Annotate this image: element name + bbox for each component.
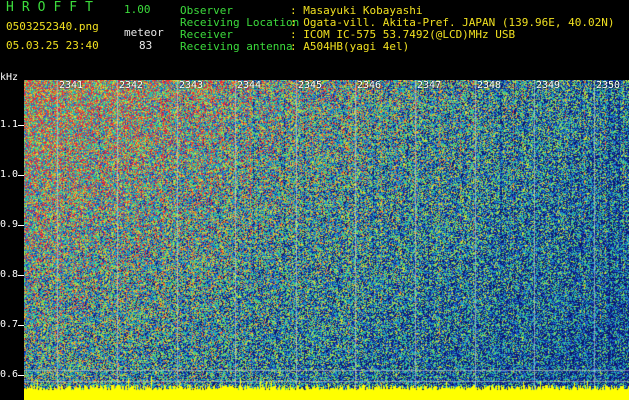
time-tick-label: 2342 [119,80,144,91]
header-panel: HROFFT 1.00 0503252340.png 05.03.25 23:4… [0,0,629,83]
y-tick-mark [18,175,24,176]
time-tick-label: 2350 [596,80,621,91]
y-tick-mark [18,225,24,226]
date-time: 05.03.25 23:40 [6,39,99,52]
app-version: 1.00 [124,3,151,16]
time-tick-label: 2349 [536,80,561,91]
y-tick-mark [18,275,24,276]
time-tick-label: 2344 [237,80,262,91]
file-name: 0503252340.png [6,20,99,33]
meteor-count: 83 [139,39,153,52]
time-tick-label: 2345 [298,80,323,91]
time-tick-label: 2341 [59,80,84,91]
time-tick-label: 2343 [179,80,204,91]
y-tick-mark [18,325,24,326]
app-brand: HROFFT [6,0,101,15]
y-axis-unit: kHz [0,72,19,83]
antenna-label: Receiving antenna [180,40,293,53]
y-tick-mark [18,375,24,376]
time-tick-label: 2346 [357,80,382,91]
time-tick-label: 2347 [417,80,442,91]
mode-label: meteor [124,26,164,39]
spectrogram-canvas [24,80,629,400]
y-tick-mark [18,125,24,126]
time-tick-label: 2348 [477,80,502,91]
antenna-value: : A504HB(yagi 4el) [290,40,410,53]
